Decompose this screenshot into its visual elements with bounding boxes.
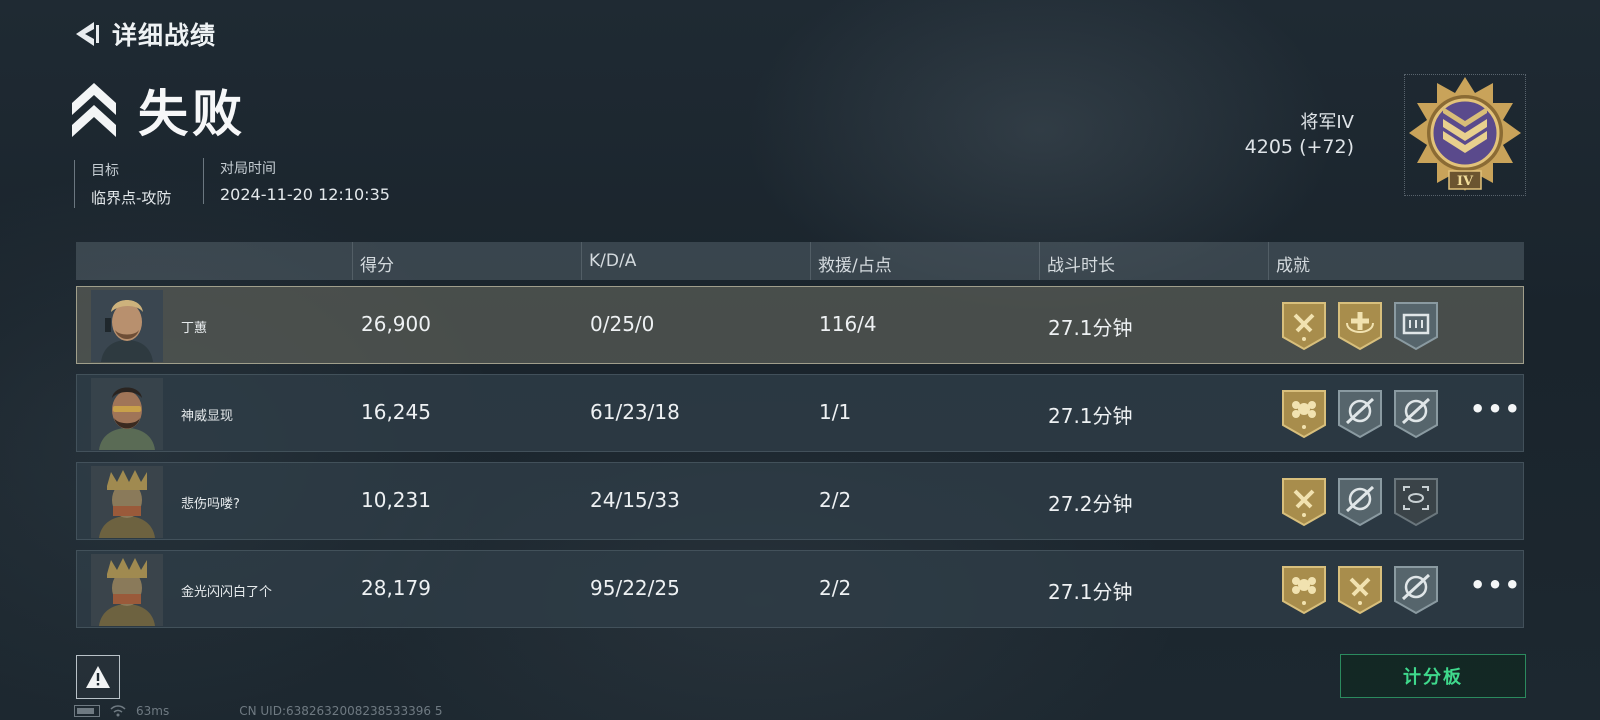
time-label: 对局时间 — [220, 161, 276, 177]
col-score: 得分 — [352, 242, 394, 280]
match-time: 对局时间 2024-11-20 12:10:35 — [203, 158, 390, 204]
match-result: 失败 — [72, 74, 246, 146]
ping-text: 63ms — [136, 704, 170, 718]
player-rescue: 116/4 — [819, 312, 877, 336]
table-header: 得分 K/D/A 救援/占点 战斗时长 成就 — [76, 242, 1524, 280]
gold-medic-icon[interactable] — [1337, 301, 1383, 351]
player-kda: 95/22/25 — [590, 576, 680, 600]
gold-flower-icon[interactable] — [1281, 389, 1327, 439]
more-options-button[interactable]: ••• — [1470, 571, 1522, 599]
player-name: 金光闪闪白了个 — [181, 585, 273, 600]
time-value: 2024-11-20 12:10:35 — [220, 185, 390, 204]
rank-points: 4205 (+72) — [1244, 136, 1354, 158]
table-row[interactable]: 悲伤吗喽? 10,231 24/15/33 2/2 27.2分钟 — [76, 462, 1524, 540]
player-portrait-icon — [91, 378, 163, 450]
uid-text: CN UID:6382632008238533396 5 — [239, 704, 443, 718]
col-kda: K/D/A — [580, 242, 637, 280]
gold-hammer-icon[interactable] — [1337, 565, 1383, 615]
table-row[interactable]: 金光闪闪白了个 28,179 95/22/25 2/2 27.1分钟 ••• — [76, 550, 1524, 628]
col-rescue: 救援/占点 — [810, 242, 892, 280]
page-title: 详细战绩 — [112, 21, 217, 50]
back-arrow-icon[interactable] — [72, 19, 102, 49]
table-row[interactable]: 丁蕙 26,900 0/25/0 116/4 27.1分钟 — [76, 286, 1524, 364]
battery-icon — [74, 705, 100, 717]
player-duration: 27.1分钟 — [1048, 580, 1133, 604]
player-duration: 27.1分钟 — [1048, 404, 1133, 428]
gold-hammer-icon[interactable] — [1281, 477, 1327, 527]
player-duration: 27.2分钟 — [1048, 492, 1133, 516]
rank-name: 将军IV — [1300, 112, 1354, 133]
grey-sniper-icon[interactable] — [1393, 565, 1439, 615]
player-portrait-icon — [91, 466, 163, 538]
wifi-icon — [110, 705, 126, 717]
emblem-numeral: IV — [1457, 174, 1474, 189]
player-rescue: 2/2 — [819, 488, 852, 512]
player-duration: 27.1分钟 — [1048, 316, 1133, 340]
table-row[interactable]: 神威显现 16,245 61/23/18 1/1 27.1分钟 ••• — [76, 374, 1524, 452]
report-button[interactable] — [76, 655, 120, 699]
avatar — [91, 466, 163, 538]
player-name: 悲伤吗喽? — [181, 497, 240, 512]
player-portrait-icon — [91, 290, 163, 362]
player-kda: 61/23/18 — [590, 400, 680, 424]
avatar — [91, 378, 163, 450]
player-score: 10,231 — [361, 488, 431, 512]
player-score: 16,245 — [361, 400, 431, 424]
general-rank-emblem-icon: IV — [1409, 77, 1521, 191]
target-label: 目标 — [91, 163, 119, 179]
target-value: 临界点-攻防 — [91, 189, 172, 207]
grey-sniper-icon[interactable] — [1337, 477, 1383, 527]
player-score: 26,900 — [361, 312, 431, 336]
player-kda: 0/25/0 — [590, 312, 655, 336]
col-duration: 战斗时长 — [1039, 242, 1115, 280]
player-rescue: 2/2 — [819, 576, 852, 600]
gold-hammer-icon[interactable] — [1281, 301, 1327, 351]
more-options-button[interactable]: ••• — [1470, 395, 1522, 423]
grey-box-icon[interactable] — [1393, 301, 1439, 351]
double-chevron-up-icon — [72, 83, 116, 137]
rank-emblem[interactable]: IV — [1404, 74, 1526, 196]
grey-sniper-icon[interactable] — [1393, 389, 1439, 439]
gold-flower-icon[interactable] — [1281, 565, 1327, 615]
player-portrait-icon — [91, 554, 163, 626]
player-rescue: 1/1 — [819, 400, 852, 424]
status-bar: 63ms CN UID:6382632008238533396 5 — [74, 704, 443, 718]
scoreboard-button[interactable]: 计分板 — [1340, 654, 1526, 698]
warning-icon — [86, 666, 110, 688]
match-target: 目标 临界点-攻防 — [74, 160, 171, 208]
result-text: 失败 — [138, 85, 246, 143]
avatar — [91, 554, 163, 626]
col-achievements: 成就 — [1268, 242, 1310, 280]
grey-sniper-icon[interactable] — [1337, 389, 1383, 439]
avatar — [91, 290, 163, 362]
player-name: 神威显现 — [181, 409, 234, 424]
player-score: 28,179 — [361, 576, 431, 600]
player-kda: 24/15/33 — [590, 488, 680, 512]
player-name: 丁蕙 — [181, 321, 208, 336]
back-nav[interactable]: 详细战绩 — [72, 16, 216, 52]
dark-scan-icon[interactable] — [1393, 477, 1439, 527]
